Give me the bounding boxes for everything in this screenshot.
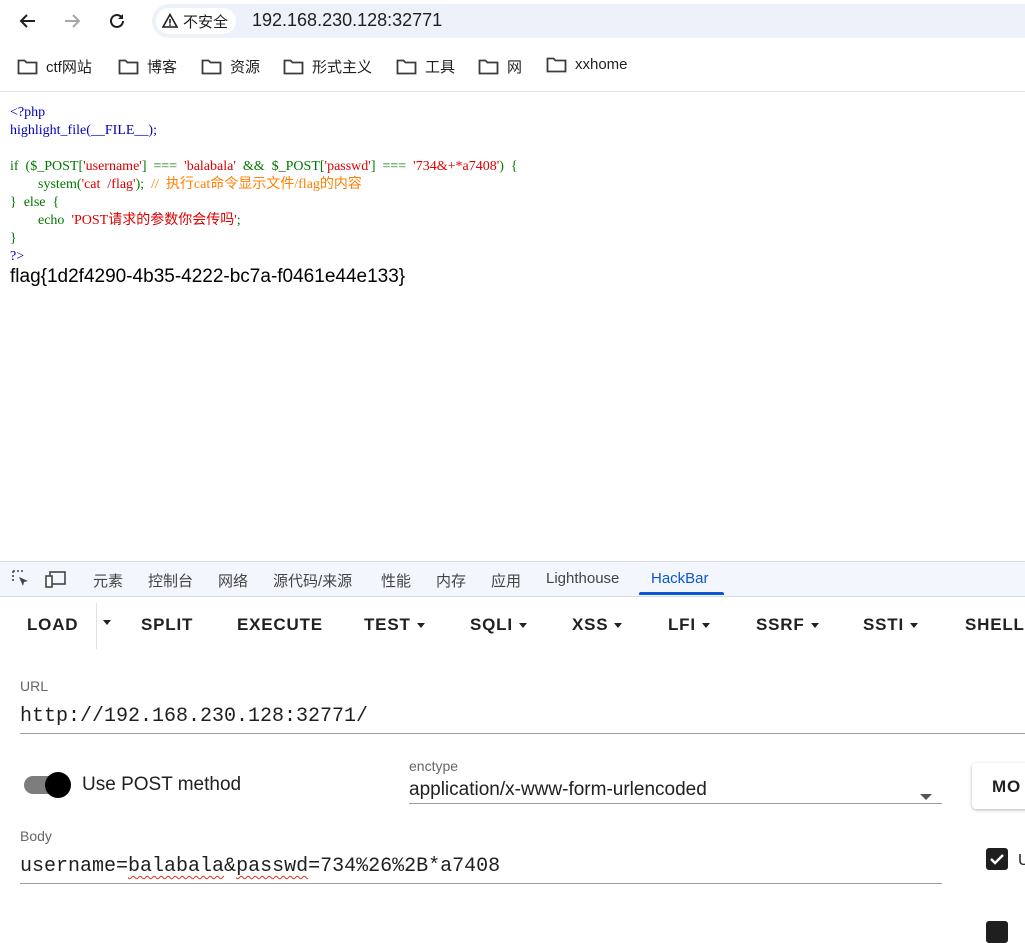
body-input[interactable]: username=balabala&passwd=734%26%2B*a7408 — [20, 855, 500, 878]
device-toolbar-button[interactable] — [44, 569, 68, 594]
check-icon — [990, 854, 1004, 865]
ssrf-menu-button[interactable]: SSRF — [756, 615, 819, 635]
php-source: <?php highlight_file(__FILE__); if ($_PO… — [10, 104, 518, 266]
checkbox-label: U — [1018, 852, 1025, 869]
tab-hackbar[interactable]: HackBar — [651, 570, 709, 587]
post-toggle-knob[interactable] — [45, 772, 71, 798]
checkbox[interactable] — [986, 921, 1008, 943]
back-button[interactable] — [15, 8, 41, 34]
enctype-label: enctype — [409, 758, 459, 774]
tab-memory[interactable]: 内存 — [436, 570, 466, 591]
bookmark-folder[interactable]: 网 — [478, 56, 522, 77]
code-line: ?> — [10, 249, 25, 264]
tab-console[interactable]: 控制台 — [148, 570, 193, 591]
devtools-tabbar: 元素 控制台 网络 源代码/来源 性能 内存 应用 Lighthouse Hac… — [0, 561, 1025, 597]
xss-menu-button[interactable]: XSS — [572, 615, 623, 635]
test-menu-button[interactable]: TEST — [364, 615, 425, 635]
checkbox[interactable] — [986, 848, 1008, 870]
ssti-menu-button[interactable]: SSTI — [863, 615, 918, 635]
bookmark-folder[interactable]: 形式主义 — [283, 56, 372, 77]
bookmarks-bar: ctf网站 博客 资源 形式主义 工具 网 xxhome — [0, 48, 1025, 84]
folder-icon — [118, 59, 139, 75]
code-line: <?php — [10, 105, 46, 120]
toolbar-divider — [0, 91, 1025, 92]
split-button[interactable]: SPLIT — [141, 615, 193, 635]
bookmark-folder[interactable]: 博客 — [118, 56, 177, 77]
body-input-underline — [20, 883, 942, 884]
security-chip[interactable]: 不安全 — [156, 8, 237, 34]
reload-icon — [110, 13, 124, 28]
bookmark-label: 网 — [507, 59, 523, 76]
reload-button[interactable] — [104, 8, 130, 34]
load-dropdown-button[interactable] — [103, 620, 111, 625]
sqli-menu-button[interactable]: SQLI — [470, 615, 527, 635]
security-label: 不安全 — [183, 13, 229, 31]
code-line: highlight_file(__FILE__); — [10, 123, 157, 138]
folder-icon — [201, 59, 222, 75]
arrow-left-icon — [19, 14, 35, 28]
caret-down-icon — [614, 622, 623, 628]
active-tab-indicator — [639, 592, 724, 595]
bookmark-folder[interactable]: 资源 — [201, 56, 260, 77]
flag-output: flag{1d2f4290-4b35-4222-bc7a-f0461e44e13… — [10, 266, 406, 287]
bookmark-label: xxhome — [575, 56, 628, 73]
shell-menu-button[interactable]: SHELL — [965, 615, 1025, 635]
lfi-menu-button[interactable]: LFI — [668, 615, 710, 635]
code-line: } — [10, 231, 17, 246]
caret-down-icon — [701, 622, 710, 628]
address-bar[interactable]: 不安全 192.168.230.128:32771 — [152, 4, 1025, 38]
folder-icon — [478, 59, 499, 75]
code-line: system('cat /flag'); // 执行cat命令显示文件/flag… — [10, 177, 362, 192]
body-field-label: Body — [20, 828, 52, 844]
url-text[interactable]: 192.168.230.128:32771 — [252, 9, 442, 31]
folder-icon — [283, 59, 304, 75]
bookmark-label: 资源 — [230, 59, 261, 76]
tab-lighthouse[interactable]: Lighthouse — [546, 570, 619, 587]
enctype-select[interactable]: application/x-www-form-urlencoded — [409, 779, 707, 801]
url-input-underline — [20, 733, 1025, 734]
caret-down-icon — [910, 622, 918, 628]
bookmark-folder[interactable]: 工具 — [396, 56, 455, 77]
modify-header-button[interactable]: MO — [972, 763, 1025, 809]
folder-icon — [396, 59, 417, 75]
device-icon — [45, 571, 66, 588]
tab-sources[interactable]: 源代码/来源 — [273, 570, 352, 591]
bookmark-folder[interactable]: ctf网站 — [17, 56, 92, 77]
folder-icon — [17, 59, 38, 75]
load-button[interactable]: LOAD — [27, 615, 78, 635]
arrow-right-icon — [65, 14, 81, 28]
forward-button[interactable] — [59, 8, 85, 34]
tab-network[interactable]: 网络 — [218, 570, 248, 591]
execute-button[interactable]: EXECUTE — [237, 615, 323, 635]
caret-down-icon — [810, 622, 819, 628]
code-line: } else { — [10, 195, 60, 210]
bookmark-folder[interactable]: xxhome — [546, 56, 628, 73]
bookmark-label: ctf网站 — [46, 59, 92, 76]
caret-down-icon — [518, 622, 527, 628]
caret-down-icon — [103, 620, 111, 625]
code-line: if ($_POST['username'] === 'balabala' &&… — [10, 159, 518, 174]
enctype-underline — [409, 803, 942, 804]
bookmark-label: 工具 — [425, 59, 456, 76]
url-field-label: URL — [20, 678, 49, 694]
inspect-element-button[interactable] — [11, 569, 31, 594]
inspect-icon — [12, 570, 28, 586]
tab-elements[interactable]: 元素 — [93, 570, 123, 591]
caret-down-icon — [416, 622, 425, 628]
code-line: echo 'POST请求的参数你会传吗'; — [10, 213, 241, 228]
tab-application[interactable]: 应用 — [491, 570, 521, 591]
folder-icon — [546, 57, 567, 73]
browser-toolbar: 不安全 192.168.230.128:32771 — [0, 0, 1025, 44]
warning-icon — [162, 13, 178, 28]
post-toggle-label: Use POST method — [82, 774, 242, 795]
bookmark-label: 博客 — [147, 59, 178, 76]
url-input[interactable]: http://192.168.230.128:32771/ — [20, 705, 368, 728]
bookmark-label: 形式主义 — [312, 59, 373, 76]
button-divider — [96, 603, 97, 649]
tab-performance[interactable]: 性能 — [381, 570, 411, 591]
